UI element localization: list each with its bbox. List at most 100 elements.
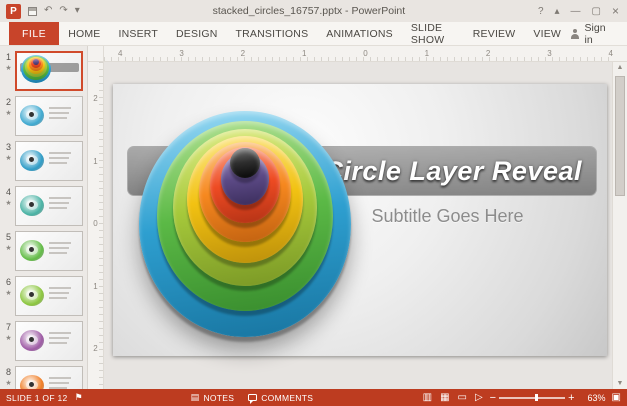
slideshow-button[interactable]: ▷ bbox=[475, 392, 483, 403]
slide-number: 2 bbox=[5, 97, 11, 107]
slide-thumbnail-4[interactable]: 4 ★ bbox=[2, 186, 83, 226]
slide-preview bbox=[15, 141, 83, 181]
zoom-slider[interactable] bbox=[499, 393, 566, 402]
mini-callout-line bbox=[49, 247, 69, 249]
thumbnail-meta: 6 ★ bbox=[2, 276, 15, 316]
horizontal-ruler: 4 3 2 1 0 1 2 3 4 bbox=[104, 46, 627, 62]
hruler-label: 1 bbox=[424, 49, 430, 58]
close-icon[interactable]: × bbox=[612, 4, 619, 18]
scroll-down-icon[interactable]: ▼ bbox=[617, 380, 624, 387]
slide-number: 3 bbox=[5, 142, 11, 152]
save-icon[interactable] bbox=[28, 6, 37, 16]
thumbnail-meta: 5 ★ bbox=[2, 231, 15, 271]
zoom-out-button[interactable]: − bbox=[490, 392, 496, 404]
thumbnail-meta: 4 ★ bbox=[2, 186, 15, 226]
thumbnail-meta: 8 ★ bbox=[2, 366, 15, 389]
tab-review[interactable]: REVIEW bbox=[464, 22, 525, 45]
file-tab[interactable]: FILE bbox=[9, 22, 60, 45]
tab-home[interactable]: HOME bbox=[59, 22, 109, 45]
mini-callout-line bbox=[49, 242, 71, 244]
slide-indicator: SLIDE 1 OF 12 bbox=[6, 392, 68, 403]
slide-thumbnail-8[interactable]: 8 ★ bbox=[2, 366, 83, 389]
slide-sorter-view-button[interactable]: ▦ bbox=[440, 392, 449, 403]
ruler-row: 4 3 2 1 0 1 2 3 4 bbox=[88, 46, 627, 62]
comments-icon bbox=[248, 394, 258, 404]
slide[interactable]: Circle Layer Reveal Subtitle Goes Here bbox=[113, 84, 607, 356]
slide-preview bbox=[15, 231, 83, 271]
tab-view[interactable]: VIEW bbox=[524, 22, 570, 45]
mini-callout-line bbox=[49, 297, 67, 299]
hruler-label: 1 bbox=[301, 49, 307, 58]
mini-callout-line bbox=[49, 107, 71, 109]
zoom-level[interactable]: 63% bbox=[580, 393, 606, 403]
hruler-label: 2 bbox=[240, 49, 246, 58]
undo-icon[interactable]: ↶ bbox=[44, 6, 52, 16]
circle-layer-black-knob[interactable] bbox=[230, 148, 260, 178]
quick-access-toolbar: ↶ ↷ ▾ bbox=[28, 6, 80, 16]
tab-animations[interactable]: ANIMATIONS bbox=[317, 22, 402, 45]
vruler-label: 2 bbox=[93, 344, 98, 353]
tab-slide-show[interactable]: SLIDE SHOW bbox=[402, 22, 464, 46]
zoom-thumb[interactable] bbox=[534, 394, 538, 401]
window-controls: ? ▴ — ▢ × bbox=[538, 4, 621, 18]
redo-icon[interactable]: ↷ bbox=[59, 6, 67, 16]
mini-callout-line bbox=[49, 337, 69, 339]
tab-insert[interactable]: INSERT bbox=[110, 22, 168, 45]
window-title: stacked_circles_16757.pptx - PowerPoint bbox=[212, 5, 406, 17]
slide-thumbnail-3[interactable]: 3 ★ bbox=[2, 141, 83, 181]
mini-callout-line bbox=[49, 287, 71, 289]
hruler-label: 0 bbox=[363, 49, 368, 58]
zoom-in-button[interactable]: + bbox=[568, 392, 574, 404]
minimize-icon[interactable]: — bbox=[571, 6, 581, 17]
sign-in-label: Sign in bbox=[584, 21, 606, 46]
zoom-track bbox=[499, 397, 566, 399]
scroll-up-icon[interactable]: ▲ bbox=[617, 64, 624, 71]
thumbnail-meta: 7 ★ bbox=[2, 321, 15, 361]
mini-callout-line bbox=[49, 292, 69, 294]
slide-thumbnail-6[interactable]: 6 ★ bbox=[2, 276, 83, 316]
mini-center-dot bbox=[29, 157, 34, 162]
mini-callout-line bbox=[49, 207, 67, 209]
comments-button[interactable]: COMMENTS bbox=[248, 393, 313, 404]
slide-thumbnail-7[interactable]: 7 ★ bbox=[2, 321, 83, 361]
scrollbar-thumb[interactable] bbox=[615, 76, 625, 196]
restore-icon[interactable]: ▢ bbox=[592, 6, 601, 17]
slide-thumbnail-5[interactable]: 5 ★ bbox=[2, 231, 83, 271]
vertical-scrollbar[interactable]: ▲ ▼ bbox=[612, 62, 627, 389]
ribbon-options-icon[interactable]: ▴ bbox=[555, 6, 560, 17]
tab-design[interactable]: DESIGN bbox=[167, 22, 226, 45]
mini-circle bbox=[33, 58, 39, 65]
mini-callout-line bbox=[49, 252, 67, 254]
slide-thumbnail-2[interactable]: 2 ★ bbox=[2, 96, 83, 136]
editor-area: 4 3 2 1 0 1 2 3 4 2 1 0 1 2 Circle Layer Reveal Subt… bbox=[88, 46, 627, 389]
slide-preview bbox=[15, 366, 83, 389]
vruler-label: 1 bbox=[93, 281, 98, 291]
mini-center-dot bbox=[29, 382, 34, 387]
hruler-label: 3 bbox=[547, 49, 552, 58]
ribbon-tabs: HOME INSERT DESIGN TRANSITIONS ANIMATIONS SLI… bbox=[59, 22, 570, 46]
mini-callout-line bbox=[49, 152, 71, 154]
editor-main: 2 1 0 1 2 Circle Layer Reveal Subtitle Goes … bbox=[88, 62, 627, 389]
tab-transitions[interactable]: TRANSITIONS bbox=[226, 22, 317, 45]
slide-preview bbox=[15, 96, 83, 136]
mini-callout-line bbox=[49, 157, 69, 159]
thumbnail-meta: 1 ★ bbox=[2, 51, 15, 91]
thumbnail-meta: 2 ★ bbox=[2, 96, 15, 136]
notes-button[interactable]: ▤ NOTES bbox=[191, 392, 235, 403]
mini-callout-line bbox=[49, 112, 69, 114]
normal-view-button[interactable]: ▥ bbox=[423, 392, 432, 403]
sign-in-button[interactable]: Sign in bbox=[570, 21, 627, 46]
hruler-label: 3 bbox=[179, 49, 184, 58]
reading-view-button[interactable]: ▭ bbox=[458, 392, 467, 403]
hruler-label: 4 bbox=[118, 49, 123, 58]
animation-star-icon: ★ bbox=[5, 110, 12, 117]
slide-preview bbox=[15, 321, 83, 361]
help-icon[interactable]: ? bbox=[538, 6, 544, 17]
mini-callout-line bbox=[49, 342, 67, 344]
qat-dropdown-icon[interactable]: ▾ bbox=[75, 6, 80, 16]
mini-center-dot bbox=[29, 112, 34, 117]
slide-thumbnail-1[interactable]: 1 ★ bbox=[2, 51, 83, 91]
mini-callout-line bbox=[49, 332, 71, 334]
fit-slide-button[interactable]: ▣ bbox=[612, 392, 621, 403]
main-area: 1 ★ 2 ★ 3 ★ 4 ★ 5 ★ 6 ★ 7 ★ 8 ★ 432101234 21012 Circle … bbox=[0, 46, 627, 389]
